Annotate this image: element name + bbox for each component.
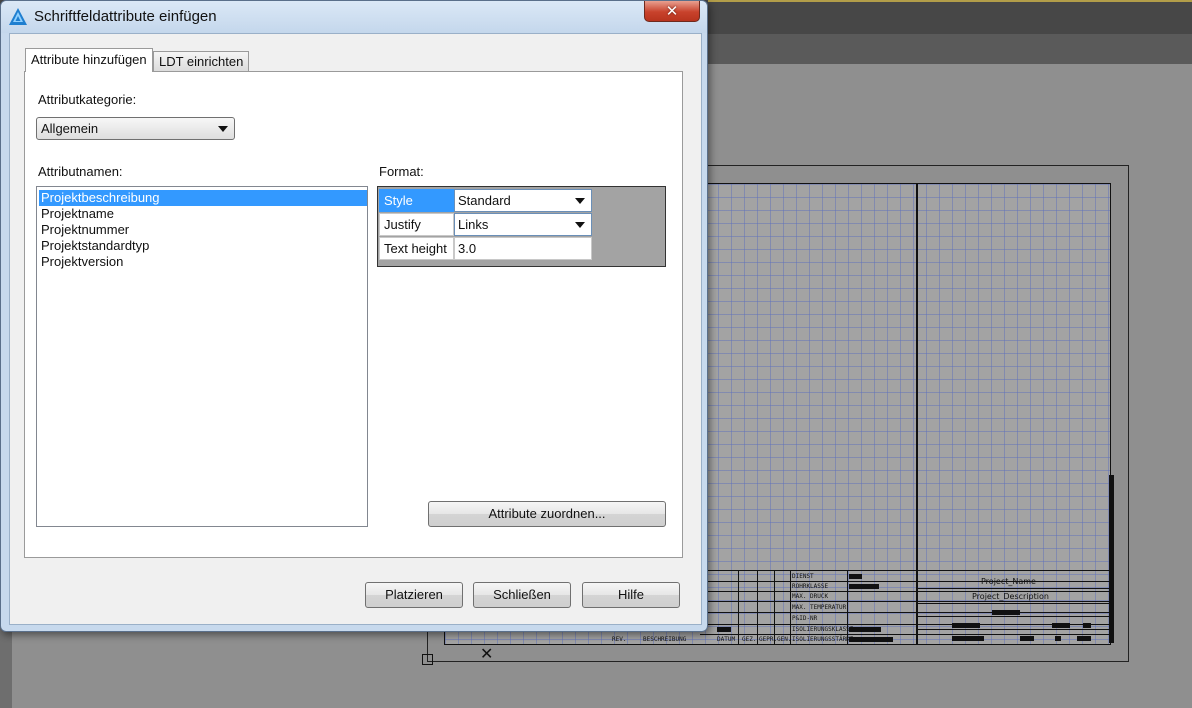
dropdown-arrow-icon	[575, 198, 585, 204]
property-value-text-height[interactable]: 3.0	[454, 237, 592, 260]
help-button[interactable]: Hilfe	[582, 582, 680, 608]
attribute-names-list[interactable]: Projektbeschreibung Projektname Projektn…	[36, 186, 368, 527]
tb-label: REV.	[612, 636, 627, 643]
dialog-titlebar[interactable]: Schriftfeldattribute einfügen ✕	[1, 1, 707, 33]
dropdown-arrow-icon	[218, 126, 228, 132]
close-dialog-button[interactable]: Schließen	[473, 582, 571, 608]
place-button[interactable]: Platzieren	[365, 582, 463, 608]
property-value-style[interactable]: Standard	[454, 189, 592, 212]
property-value-justify[interactable]: Links	[454, 213, 592, 236]
dialog-title: Schriftfeldattribute einfügen	[34, 8, 217, 25]
origin-marker-icon	[422, 654, 433, 665]
close-button[interactable]: ✕	[644, 1, 700, 22]
list-item[interactable]: Projektversion	[39, 254, 367, 270]
tab-add-attributes[interactable]: Attribute hinzufügen	[25, 48, 153, 72]
style-value: Standard	[458, 193, 511, 208]
property-name-style[interactable]: Style	[379, 189, 454, 212]
autocad-plant-app-icon	[9, 8, 27, 25]
property-name-text-height[interactable]: Text height	[379, 237, 454, 260]
format-label: Format:	[379, 164, 424, 179]
dropdown-arrow-icon	[575, 222, 585, 228]
crosshair-marker-icon: ✕	[480, 644, 494, 663]
close-icon: ✕	[665, 1, 679, 20]
list-item[interactable]: Projektname	[39, 206, 367, 222]
category-selected-value: Allgemein	[41, 121, 99, 136]
list-item[interactable]: Projektbeschreibung	[39, 190, 367, 206]
tb-label: DIENST	[792, 573, 814, 580]
format-property-grid: Style Standard Justify Links Text height…	[377, 186, 666, 267]
justify-value: Links	[458, 217, 489, 232]
tb-label: BESCHREIBUNG	[643, 636, 687, 643]
attribute-names-label: Attributnamen:	[38, 164, 123, 179]
tab-ldt-setup[interactable]: LDT einrichten	[153, 51, 250, 71]
tb-project-description: Project_Description	[972, 592, 1049, 601]
tb-label: DATUM	[717, 636, 736, 643]
tb-label: MAX. DRUCK	[792, 593, 829, 600]
tb-label: ISOLIERUNGSSTÄRKE	[792, 636, 854, 643]
property-name-justify[interactable]: Justify	[379, 213, 454, 236]
tb-label: MAX. TEMPERATUR	[792, 604, 847, 611]
tb-label: GEPR.	[759, 636, 778, 643]
tb-project-name: Project_Name	[981, 577, 1036, 586]
cad-ribbon-accent	[708, 0, 1192, 2]
tb-label: ROHRKLASSE	[792, 583, 829, 590]
category-label: Attributkategorie:	[38, 92, 137, 107]
tb-label: GEZ.	[742, 636, 757, 643]
tb-label: P&ID-NR	[792, 615, 818, 622]
tb-label: ISOLIERUNGSKLASSE	[792, 626, 854, 633]
list-item[interactable]: Projektnummer	[39, 222, 367, 238]
assign-attributes-button[interactable]: Attribute zuordnen...	[428, 501, 666, 527]
category-dropdown[interactable]: Allgemein	[36, 117, 235, 140]
tb-label: GEN.	[777, 636, 792, 643]
text-height-value: 3.0	[458, 241, 477, 256]
list-item[interactable]: Projektstandardtyp	[39, 238, 367, 254]
